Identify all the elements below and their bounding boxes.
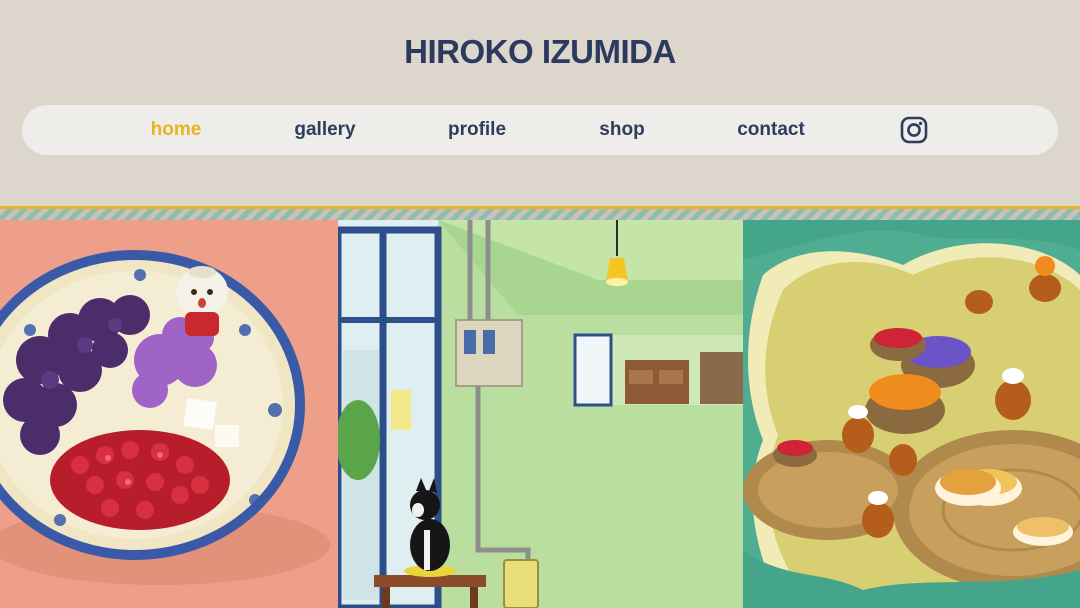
squirrels-illustration [743, 220, 1080, 608]
site-title[interactable]: HIROKO IZUMIDA [0, 33, 1080, 71]
site-header: HIROKO IZUMIDA home gallery profile shop… [0, 0, 1080, 208]
main-nav: home gallery profile shop contact [22, 105, 1058, 155]
nav-contact-link[interactable]: contact [737, 105, 805, 155]
nav-gallery-link[interactable]: gallery [294, 105, 355, 155]
gallery-image-room[interactable] [338, 220, 743, 608]
gallery-strip [0, 220, 1080, 608]
dessert-illustration [0, 220, 338, 608]
gallery-image-squirrels[interactable] [743, 220, 1080, 608]
nav-home-link[interactable]: home [151, 105, 202, 155]
instagram-icon [900, 116, 928, 144]
nav-profile-link[interactable]: profile [448, 105, 506, 155]
room-illustration [338, 220, 743, 608]
instagram-link[interactable] [900, 116, 928, 144]
decorative-stripe-divider [0, 206, 1080, 220]
nav-shop-link[interactable]: shop [599, 105, 644, 155]
gallery-image-dessert[interactable] [0, 220, 338, 608]
